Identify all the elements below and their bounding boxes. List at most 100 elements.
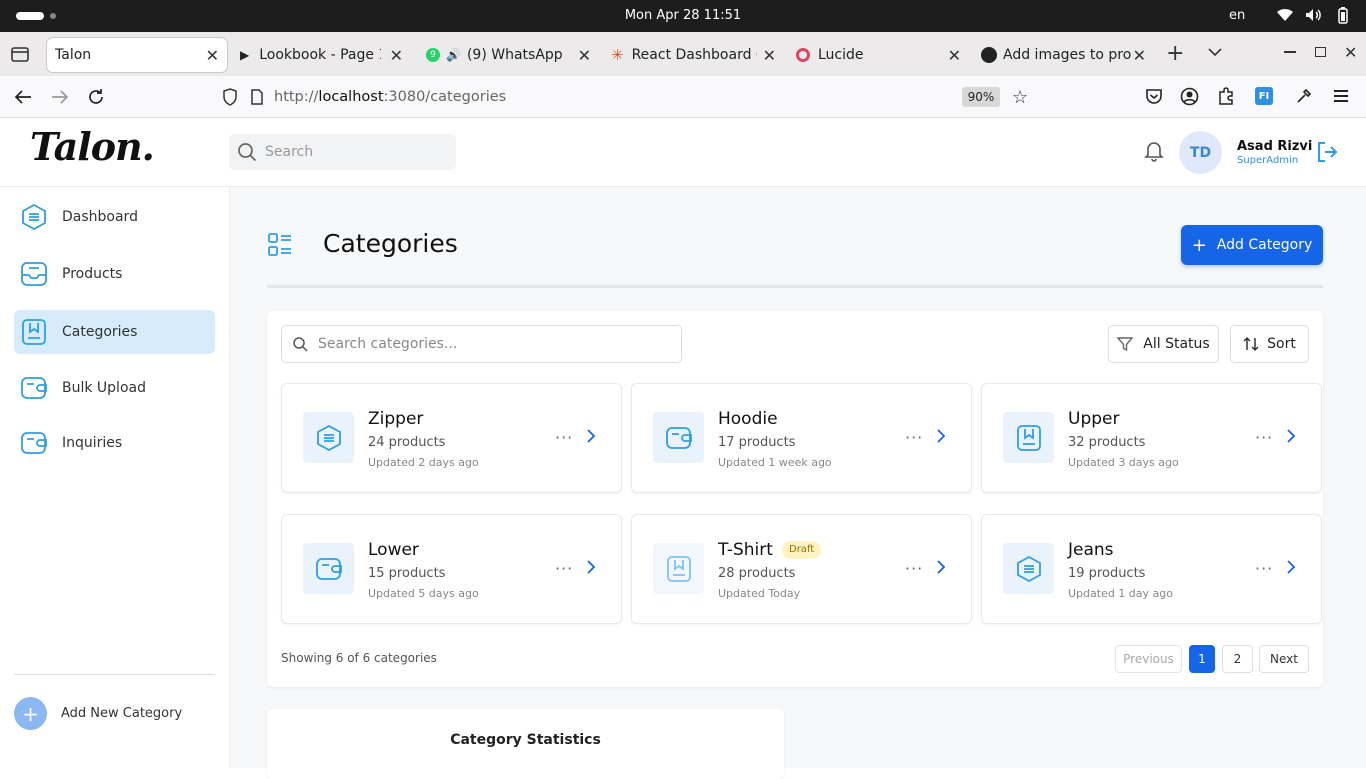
category-name: Hoodie	[718, 409, 778, 429]
more-options-icon[interactable]: ···	[555, 559, 573, 578]
browser-tab-add-images[interactable]: Add images to prod ✕	[975, 38, 1150, 72]
close-icon[interactable]: ✕	[948, 46, 961, 65]
page-button-2[interactable]: 2	[1222, 645, 1253, 673]
address-bar[interactable]: http://localhost:3080/categories	[218, 80, 1038, 114]
add-category-button[interactable]: + Add Category	[1181, 225, 1323, 265]
statistics-title: Category Statistics	[450, 732, 601, 748]
chevron-right-icon[interactable]	[585, 429, 597, 443]
close-icon[interactable]: ✕	[578, 46, 591, 65]
volume-icon[interactable]	[1305, 8, 1323, 22]
minimize-icon[interactable]	[1284, 51, 1296, 53]
close-icon[interactable]: ✕	[763, 46, 776, 65]
search-placeholder: Search	[265, 144, 314, 160]
category-name: Jeans	[1068, 540, 1114, 560]
browser-tab-react-dashboard[interactable]: ✳ React Dashboard C ✕	[605, 38, 780, 72]
browser-tab-lucide[interactable]: Lucide ✕	[790, 38, 965, 72]
bookmark-icon	[22, 319, 46, 345]
back-arrow-icon[interactable]	[14, 89, 32, 105]
extension-fi-icon[interactable]: FI	[1255, 87, 1273, 105]
wifi-icon[interactable]	[1276, 8, 1294, 22]
bell-icon[interactable]	[1143, 140, 1165, 162]
chevron-right-icon[interactable]	[585, 560, 597, 574]
more-options-icon[interactable]: ···	[1255, 428, 1273, 447]
category-product-count: 28 products	[718, 566, 796, 581]
reload-icon[interactable]	[87, 88, 105, 106]
maximize-icon[interactable]	[1315, 47, 1326, 57]
tab-list-chevron-down-icon[interactable]	[1208, 47, 1222, 57]
bookmark-star-icon[interactable]: ☆	[1012, 87, 1028, 108]
speaker-icon[interactable]: 🔊	[446, 48, 461, 62]
page-button-1[interactable]: 1	[1189, 645, 1215, 673]
category-search-input[interactable]: Search categories...	[281, 325, 682, 363]
sidebar-item-inquiries[interactable]: Inquiries	[14, 421, 215, 465]
account-icon[interactable]	[1180, 87, 1199, 106]
category-card[interactable]: Hoodie 17 products Updated 1 week ago ··…	[631, 383, 972, 493]
keyboard-language[interactable]: en	[1229, 8, 1245, 23]
category-card[interactable]: Upper 32 products Updated 3 days ago ···	[981, 383, 1322, 493]
pocket-icon[interactable]	[1145, 88, 1163, 105]
tab-overview-icon[interactable]	[10, 45, 30, 63]
eyedropper-icon[interactable]	[1295, 87, 1313, 105]
browser-tab-lookbook[interactable]: ▶ Lookbook - Page 1 ✕	[232, 38, 407, 72]
category-search-placeholder: Search categories...	[318, 336, 458, 352]
more-options-icon[interactable]: ···	[555, 428, 573, 447]
category-card[interactable]: T-Shirt Draft 28 products Updated Today …	[631, 514, 972, 624]
sidebar-item-bulk-upload[interactable]: Bulk Upload	[14, 366, 215, 410]
talon-logo[interactable]: Talon.	[30, 124, 155, 169]
more-options-icon[interactable]: ···	[1255, 559, 1273, 578]
close-icon[interactable]: ✕	[1133, 46, 1146, 65]
chatgpt-icon	[981, 47, 997, 63]
status-filter-button[interactable]: All Status	[1108, 325, 1219, 363]
category-card[interactable]: Zipper 24 products Updated 2 days ago ··…	[281, 383, 622, 493]
system-clock[interactable]: Mon Apr 28 11:51	[0, 8, 1366, 23]
avatar[interactable]: TD	[1179, 131, 1222, 174]
close-icon[interactable]: ✕	[206, 46, 219, 65]
chevron-right-icon[interactable]	[1285, 429, 1297, 443]
add-new-category-label: Add New Category	[61, 706, 183, 721]
search-icon	[292, 336, 308, 352]
status-filter-label: All Status	[1143, 336, 1210, 352]
category-card[interactable]: Lower 15 products Updated 5 days ago ···	[281, 514, 622, 624]
previous-page-button[interactable]: Previous	[1115, 645, 1182, 673]
next-page-button[interactable]: Next	[1259, 645, 1309, 673]
shield-icon[interactable]	[222, 88, 238, 106]
forward-arrow-icon[interactable]	[51, 89, 69, 105]
close-icon[interactable]: ✕	[390, 46, 403, 65]
play-icon: ▶	[240, 48, 250, 62]
tab-title: (9) WhatsApp	[466, 47, 563, 63]
category-product-count: 15 products	[368, 566, 446, 581]
category-statistics-panel: Category Statistics	[267, 709, 784, 779]
sidebar-item-dashboard[interactable]: Dashboard	[14, 195, 215, 239]
category-card[interactable]: Jeans 19 products Updated 1 day ago ···	[981, 514, 1322, 624]
pagination-summary: Showing 6 of 6 categories	[281, 651, 437, 665]
whatsapp-badge: 9	[426, 48, 440, 62]
page-info-icon[interactable]	[250, 89, 264, 105]
url-host: localhost	[318, 89, 384, 105]
page-title: Categories	[323, 229, 458, 258]
more-options-icon[interactable]: ···	[905, 428, 923, 447]
new-tab-icon[interactable]: +	[1166, 41, 1184, 66]
add-new-category-button[interactable]: + Add New Category	[14, 697, 182, 730]
hamburger-menu-icon[interactable]	[1334, 90, 1348, 102]
lucide-icon	[796, 48, 810, 62]
browser-nav-bar: http://localhost:3080/categories 90% ☆ F…	[0, 76, 1366, 118]
sidebar-item-label: Bulk Upload	[62, 380, 146, 396]
browser-tab-strip: Talon ✕ ▶ Lookbook - Page 1 ✕ 9 🔊 (9) Wh…	[0, 32, 1366, 76]
extensions-icon[interactable]	[1217, 87, 1235, 105]
chevron-right-icon[interactable]	[1285, 560, 1297, 574]
global-search-input[interactable]: Search	[229, 134, 456, 170]
browser-tab-talon[interactable]: Talon ✕	[47, 38, 227, 72]
more-options-icon[interactable]: ···	[905, 559, 923, 578]
chevron-right-icon[interactable]	[935, 560, 947, 574]
window-close-icon[interactable]: ✕	[1344, 43, 1357, 62]
category-name: T-Shirt	[718, 540, 773, 560]
sidebar-item-categories[interactable]: Categories	[14, 310, 215, 354]
sidebar-item-products[interactable]: Products	[14, 252, 215, 296]
wallet-icon	[21, 377, 47, 399]
battery-icon[interactable]	[1336, 7, 1350, 24]
chevron-right-icon[interactable]	[935, 429, 947, 443]
logout-icon[interactable]	[1315, 140, 1339, 164]
browser-tab-whatsapp[interactable]: 9 🔊 (9) WhatsApp ✕	[420, 38, 595, 72]
zoom-level[interactable]: 90%	[962, 87, 1000, 107]
sort-button[interactable]: Sort	[1230, 325, 1309, 363]
